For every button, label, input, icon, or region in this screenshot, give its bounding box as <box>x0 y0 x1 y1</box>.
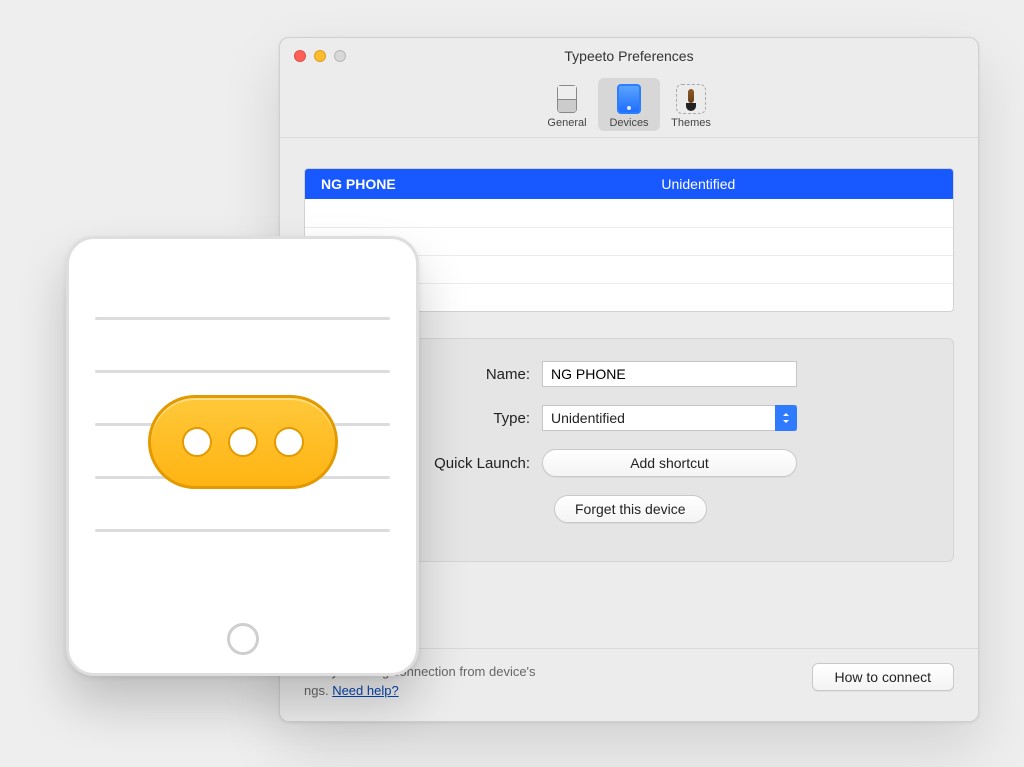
device-type-cell: Unidentified <box>661 176 953 192</box>
forget-device-button[interactable]: Forget this device <box>554 495 707 523</box>
preferences-toolbar: General Devices Themes <box>280 74 978 138</box>
table-row[interactable] <box>305 199 953 227</box>
minimize-icon[interactable] <box>314 50 326 62</box>
device-name-cell: NG PHONE <box>305 176 661 192</box>
name-input[interactable] <box>542 361 797 387</box>
type-select-value: Unidentified <box>551 410 625 426</box>
how-to-connect-button[interactable]: How to connect <box>812 663 955 691</box>
note-lines <box>95 317 390 532</box>
home-button-icon <box>227 623 259 655</box>
typing-indicator-icon <box>148 395 338 489</box>
devices-icon <box>612 82 646 116</box>
tablet-illustration <box>66 236 419 676</box>
tab-themes[interactable]: Themes <box>660 78 722 131</box>
general-icon <box>550 82 584 116</box>
tab-general[interactable]: General <box>536 78 598 131</box>
zoom-icon[interactable] <box>334 50 346 62</box>
close-icon[interactable] <box>294 50 306 62</box>
chevron-down-icon <box>775 405 797 431</box>
add-shortcut-button[interactable]: Add shortcut <box>542 449 797 477</box>
tab-devices-label: Devices <box>609 117 648 129</box>
window-controls <box>294 50 346 62</box>
titlebar: Typeeto Preferences <box>280 38 978 74</box>
tab-devices[interactable]: Devices <box>598 78 660 131</box>
themes-icon <box>674 82 708 116</box>
tab-themes-label: Themes <box>671 117 711 129</box>
tab-general-label: General <box>547 117 586 129</box>
need-help-link[interactable]: Need help? <box>332 683 399 698</box>
window-title: Typeeto Preferences <box>564 48 693 64</box>
table-row[interactable]: NG PHONE Unidentified <box>305 169 953 199</box>
type-select[interactable]: Unidentified <box>542 405 797 431</box>
